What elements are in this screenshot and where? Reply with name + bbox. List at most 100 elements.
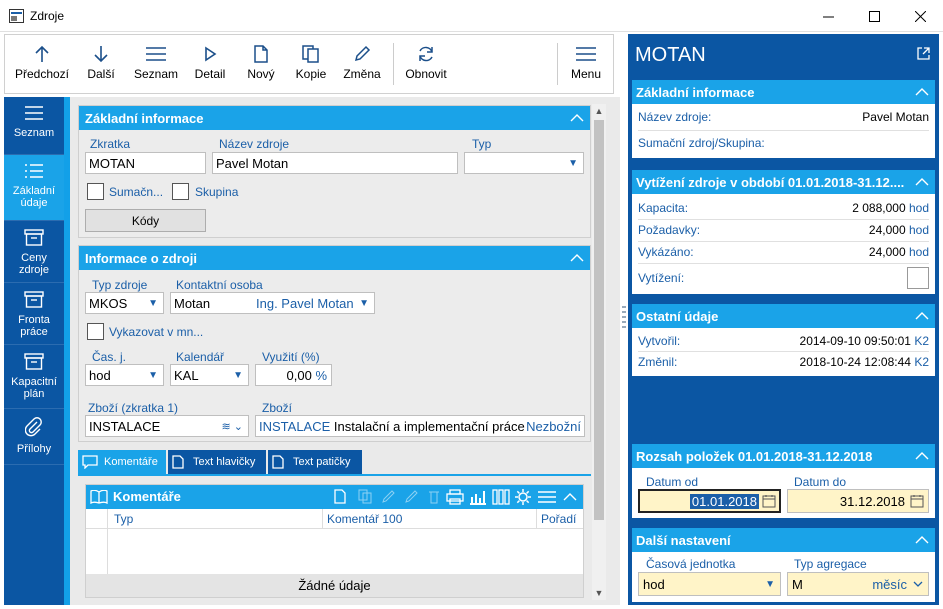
scroll-down-icon[interactable]: ▼ [592, 586, 606, 600]
box-icon [24, 353, 44, 370]
copy-icon [302, 45, 319, 63]
refresh-button[interactable]: Obnovit [401, 35, 451, 93]
row-value: 24,000 [868, 245, 906, 259]
nav-item-list[interactable]: Seznam [4, 97, 64, 155]
column-header-poradi[interactable]: Pořadí [541, 512, 576, 526]
nav-item-capacity-plan[interactable]: Kapacitní plán [4, 345, 64, 409]
zbozi-field[interactable]: INSTALACE Instalační a implementační prá… [255, 415, 585, 437]
gear-icon[interactable] [515, 489, 531, 505]
typ-zdroje-field[interactable]: MKOS ▼ [85, 292, 164, 314]
vykazovat-checkbox[interactable] [87, 323, 104, 340]
basic-info-section: Základní informace Zkratka MOTAN Název z… [78, 105, 591, 238]
previous-button[interactable]: Předchozí [13, 35, 71, 93]
nav-item-work-queue[interactable]: Fronta práce [4, 283, 64, 345]
typ-zdroje-value: MKOS [89, 295, 128, 311]
nazev-field[interactable]: Pavel Motan [212, 152, 458, 174]
kody-button[interactable]: Kódy [85, 209, 206, 232]
calendar-icon[interactable] [762, 494, 776, 508]
column-header-komentar[interactable]: Komentář 100 [327, 512, 402, 526]
new-button[interactable]: Nový [239, 35, 283, 93]
row-value: Pavel Motan [862, 110, 929, 124]
collapse-chevron-icon[interactable] [564, 246, 590, 270]
section-title: Vytížení zdroje v období 01.01.2018-31.1… [636, 174, 905, 190]
list-icon [146, 47, 166, 61]
tab-comments[interactable]: Komentáře [78, 450, 166, 474]
vyuziti-unit: % [315, 367, 327, 383]
collapse-chevron-icon[interactable] [909, 444, 935, 468]
columns-icon[interactable] [492, 489, 510, 505]
chart-icon[interactable] [469, 489, 487, 505]
panel-splitter[interactable] [620, 34, 628, 605]
vyuziti-label: Využití (%) [262, 350, 320, 364]
zkratka-field[interactable]: MOTAN [85, 152, 206, 174]
typ-agr-field[interactable]: Mměsíc [787, 572, 929, 596]
row-label: Vykázáno: [638, 245, 694, 259]
nav-item-prices[interactable]: Ceny zdroje [4, 221, 64, 283]
next-button[interactable]: Další [79, 35, 123, 93]
collapse-chevron-icon[interactable] [909, 170, 935, 194]
datum-od-label: Datum od [646, 475, 699, 489]
collapse-chevron-icon[interactable] [564, 106, 590, 130]
collapse-chevron-icon[interactable] [909, 80, 935, 104]
row-unit: hod [908, 201, 929, 215]
right-utilization-section: Vytížení zdroje v období 01.01.2018-31.1… [632, 170, 935, 294]
row-value: 24,000 [868, 223, 906, 237]
vyuziti-field[interactable]: 0,00 % [255, 364, 332, 386]
detail-button[interactable]: Detail [189, 35, 231, 93]
calendar-icon[interactable] [910, 494, 924, 508]
toolbar-separator [557, 43, 558, 85]
kalendar-field[interactable]: KAL ▼ [170, 364, 249, 386]
collapse-chevron-icon[interactable] [563, 493, 577, 501]
list-button[interactable]: Seznam [131, 35, 181, 93]
row-user: K2 [914, 334, 929, 348]
change-label: Změna [343, 67, 381, 81]
panel-title: MOTAN [635, 44, 706, 66]
sumacni-checkbox[interactable] [87, 183, 104, 200]
typ-agr-value: M [792, 576, 803, 592]
close-button[interactable] [897, 0, 943, 32]
right-range-section: Rozsah položek 01.01.2018-31.12.2018 Dat… [632, 444, 935, 518]
refresh-icon [419, 46, 433, 62]
casj-field[interactable]: hod ▼ [85, 364, 164, 386]
minimize-button[interactable] [805, 0, 851, 32]
splitter-grip-icon[interactable] [622, 306, 626, 330]
copy-button[interactable]: Kopie [291, 35, 331, 93]
nav-label: Ceny zdroje [19, 252, 49, 276]
kontakt-value: Motan [174, 295, 211, 311]
detail-label: Detail [194, 67, 226, 81]
change-button[interactable]: Změna [339, 35, 385, 93]
zbozi1-value: INSTALACE [89, 418, 161, 434]
hamburger-icon[interactable] [538, 490, 556, 504]
open-external-icon[interactable] [917, 47, 930, 60]
tab-footer-text[interactable]: Text patičky [268, 450, 362, 474]
next-label: Další [87, 67, 115, 81]
document-icon [172, 455, 184, 469]
zbozi1-field[interactable]: INSTALACE ≋ ⌄ [85, 415, 249, 437]
toolbar-separator [393, 43, 394, 85]
skupina-checkbox[interactable] [172, 183, 189, 200]
scroll-up-icon[interactable]: ▲ [592, 104, 606, 118]
nav-item-basic-data[interactable]: Základní údaje [4, 155, 64, 221]
nav-label: Přílohy [16, 443, 52, 455]
menu-button[interactable]: Menu [565, 35, 607, 93]
nav-item-attachments[interactable]: Přílohy [4, 409, 64, 465]
column-header-typ[interactable]: Typ [114, 512, 133, 526]
cas-jed-label: Časová jednotka [646, 557, 736, 571]
maximize-button[interactable] [851, 0, 897, 32]
collapse-chevron-icon[interactable] [909, 304, 935, 328]
tab-header-text[interactable]: Text hlavičky [168, 450, 266, 474]
datum-do-field[interactable]: 31.12.2018 [787, 489, 929, 513]
casj-label: Čas. j. [92, 350, 127, 364]
kontakt-field[interactable]: Motan Ing. Pavel Motan ▼ [170, 292, 375, 314]
grid-header-bar: Komentáře [86, 485, 583, 509]
nazev-label: Název zdroje [219, 137, 290, 151]
collapse-chevron-icon[interactable] [909, 528, 935, 552]
section-header: Vytížení zdroje v období 01.01.2018-31.1… [632, 170, 935, 194]
cas-jed-field[interactable]: hod ▼ [638, 572, 781, 596]
main-scrollbar[interactable]: ▲ ▼ [592, 104, 606, 600]
scrollbar-thumb[interactable] [594, 120, 604, 520]
printer-icon[interactable] [446, 489, 464, 505]
typ-field[interactable]: ▼ [464, 152, 584, 174]
datum-od-field[interactable]: 01.01.2018 [638, 489, 781, 513]
new-document-icon[interactable] [334, 489, 346, 504]
